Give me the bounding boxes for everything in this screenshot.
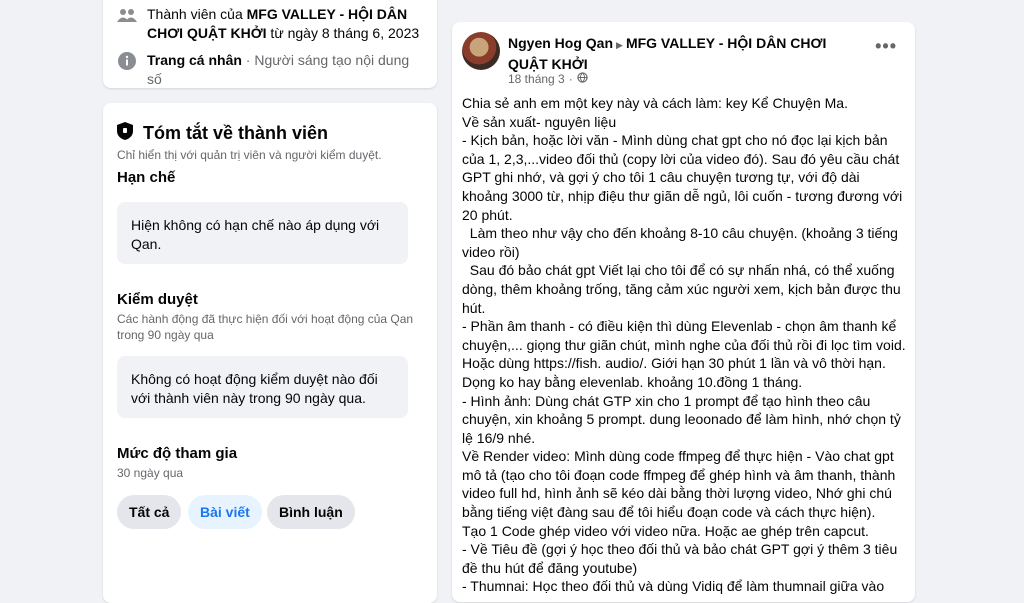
post-line: - Thumnai: Học theo đối thủ và dùng Vidi… <box>462 578 885 595</box>
filter-all-button[interactable]: Tất cả <box>117 495 182 529</box>
post-line: Về sản xuất- nguyên liệu <box>462 113 617 130</box>
post-line: Tạo 1 Code ghép video với video nữa. Hoặ… <box>462 522 869 539</box>
post-line: - Kịch bản, hoặc lời văn - Mình dùng cha… <box>462 132 907 223</box>
restrictions-heading: Hạn chế <box>117 169 176 186</box>
post-line: Về Render video: Mình dùng code ffmpeg đ… <box>462 448 900 521</box>
engagement-subtitle: 30 ngày qua <box>117 466 184 480</box>
moderation-subtitle: Các hành động đã thực hiện đối với hoạt … <box>117 312 414 342</box>
caret-right-icon: ▶ <box>616 40 623 50</box>
member-info-card: Thành viên của MFG VALLEY - HỘI DÂN CHƠI… <box>103 0 437 88</box>
author-avatar[interactable] <box>462 32 500 70</box>
shield-icon <box>117 122 133 145</box>
post-line: Sau đó bảo chát gpt Viết lại cho tôi để … <box>462 262 905 316</box>
profile-row: Trang cá nhân · Người sáng tạo nội dung … <box>117 51 427 89</box>
member-since-text: Thành viên của MFG VALLEY - HỘI DÂN CHƠI… <box>147 5 422 43</box>
post-line: - Phần âm thanh - có điều kiện thì dùng … <box>462 318 910 390</box>
post-line: - Hình ảnh: Dùng chát GTP xin cho 1 prom… <box>462 392 905 446</box>
member-since-row: Thành viên của MFG VALLEY - HỘI DÂN CHƠI… <box>117 5 422 43</box>
group-members-icon <box>117 5 137 25</box>
restrictions-box: Hiện không có hạn chế nào áp dụng với Qa… <box>117 202 408 264</box>
summary-title: Tóm tắt về thành viên <box>143 123 329 143</box>
profile-text: Trang cá nhân · Người sáng tạo nội dung … <box>147 51 427 89</box>
globe-icon <box>577 72 588 86</box>
engagement-heading: Mức độ tham gia <box>117 445 238 462</box>
member-prefix: Thành viên của <box>147 6 247 22</box>
filter-comments-button[interactable]: Bình luận <box>267 495 355 529</box>
post-body: Chia sẻ anh em một key này và cách làm: … <box>462 94 908 596</box>
moderation-heading: Kiểm duyệt <box>117 291 198 308</box>
info-icon <box>117 51 137 71</box>
post-line: Làm theo như vậy cho đến khoảng 8-10 câu… <box>462 225 902 260</box>
filter-posts-button[interactable]: Bài viết <box>188 495 262 529</box>
post-line: - Về Tiêu đề (gợi ý học theo đối thủ và … <box>462 541 902 576</box>
more-options-button[interactable]: ••• <box>875 36 897 57</box>
profile-label: Trang cá nhân <box>147 52 242 68</box>
author-name-link[interactable]: Ngyen Hog Qan <box>508 35 613 51</box>
post-header: Ngyen Hog Qan ▶ MFG VALLEY - HỘI DÂN CHƠI … <box>508 34 848 74</box>
member-suffix: từ ngày 8 tháng 6, 2023 <box>266 25 420 41</box>
summary-subtitle: Chỉ hiển thị với quản trị viên và người … <box>117 148 382 162</box>
post-card: Ngyen Hog Qan ▶ MFG VALLEY - HỘI DÂN CHƠI … <box>452 22 915 602</box>
post-line: Chia sẻ anh em một key này và cách làm: … <box>462 95 848 111</box>
summary-title-row: Tóm tắt về thành viên <box>117 122 328 145</box>
member-summary-card: Tóm tắt về thành viên Chỉ hiển thị với q… <box>103 103 437 603</box>
meta-separator: · <box>568 72 573 86</box>
profile-separator: · <box>241 52 255 68</box>
moderation-box: Không có hoạt động kiểm duyệt nào đối vớ… <box>117 356 408 418</box>
post-date-link[interactable]: 18 tháng 3 <box>508 72 565 86</box>
post-meta: 18 tháng 3 · <box>508 72 588 86</box>
